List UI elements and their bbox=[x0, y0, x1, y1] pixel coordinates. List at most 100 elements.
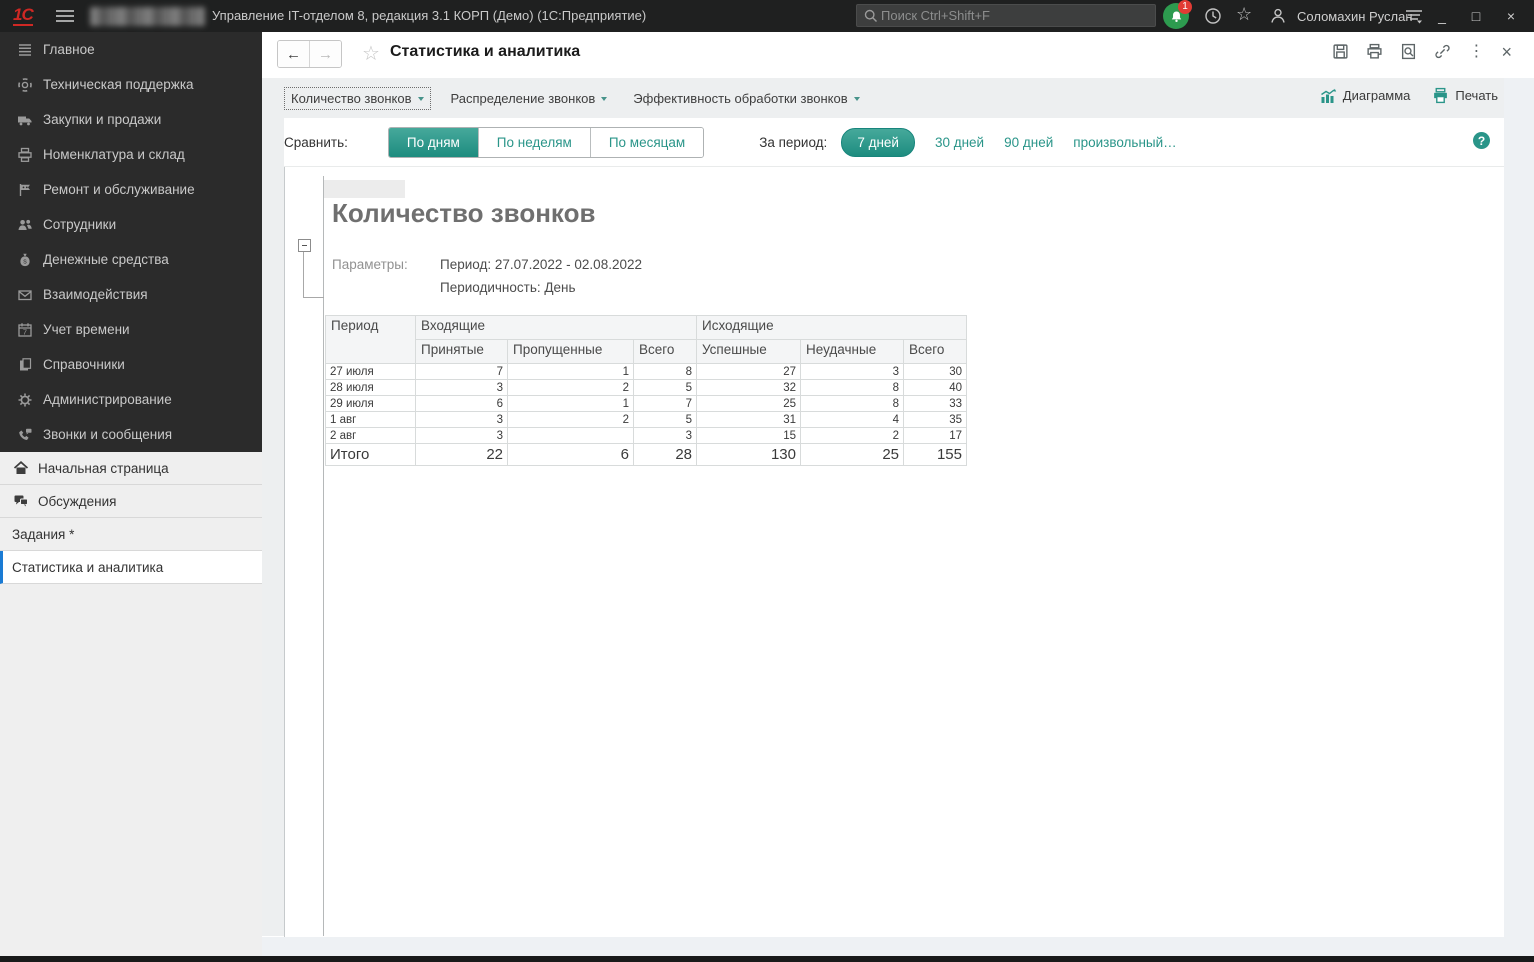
report-params-label: Параметры: bbox=[332, 257, 408, 272]
sidebar-item-tasks[interactable]: Задания * bbox=[0, 518, 262, 551]
diagram-button[interactable]: Диаграмма bbox=[1320, 88, 1411, 104]
bottom-margin bbox=[262, 937, 1534, 956]
history-icon[interactable] bbox=[1203, 6, 1223, 26]
chevron-down-icon bbox=[854, 97, 860, 101]
print-label: Печать bbox=[1455, 88, 1498, 103]
help-icon[interactable]: ? bbox=[1473, 132, 1490, 149]
sidebar-item-nomenclature-warehouse[interactable]: Номенклатура и склад bbox=[0, 137, 262, 172]
col-group-outgoing: Исходящие bbox=[697, 316, 967, 340]
filter-row: Сравнить: По дням По неделям По месяцам … bbox=[284, 118, 1177, 166]
repair-flag-icon bbox=[17, 182, 33, 198]
sidebar-item-main[interactable]: Главное bbox=[0, 32, 262, 67]
favorite-star-icon[interactable]: ☆ bbox=[362, 41, 380, 66]
minimize-button[interactable]: _ bbox=[1428, 0, 1456, 32]
close-window-button[interactable]: × bbox=[1497, 0, 1525, 32]
table-row[interactable]: 28 июля 3 2 5 32 8 40 bbox=[326, 380, 967, 396]
tab-call-distribution[interactable]: Распределение звонков bbox=[445, 88, 614, 109]
global-search[interactable] bbox=[856, 4, 1156, 27]
sidebar-item-tech-support[interactable]: Техническая поддержка bbox=[0, 67, 262, 102]
favorites-star-icon[interactable]: ☆ bbox=[1236, 4, 1252, 25]
period-30-days-link[interactable]: 30 дней bbox=[935, 135, 984, 150]
grouping-collapse-button[interactable] bbox=[298, 239, 311, 252]
mail-icon bbox=[17, 287, 33, 303]
compare-by-weeks-button[interactable]: По неделям bbox=[479, 128, 591, 157]
sidebar-item-label: Учет времени bbox=[43, 322, 130, 337]
col-period: Период bbox=[326, 316, 416, 364]
sidebar-item-repair-service[interactable]: Ремонт и обслуживание bbox=[0, 172, 262, 207]
search-icon bbox=[863, 8, 879, 24]
cell-period: 28 июля bbox=[326, 380, 416, 396]
books-icon bbox=[17, 357, 33, 373]
tab-call-count[interactable]: Количество звонков bbox=[284, 87, 431, 110]
print-icon[interactable] bbox=[1366, 43, 1383, 60]
window-title: Управление IT-отделом 8, редакция 3.1 КО… bbox=[212, 8, 646, 23]
table-row[interactable]: 27 июля 7 1 8 27 3 30 bbox=[326, 364, 967, 380]
compare-by-months-button[interactable]: По месяцам bbox=[591, 128, 703, 157]
menu-lines-icon bbox=[17, 42, 33, 58]
table-row[interactable]: 29 июля 6 1 7 25 8 33 bbox=[326, 396, 967, 412]
current-user-name[interactable]: Соломахин Руслан bbox=[1297, 9, 1413, 24]
cell-value: 5 bbox=[634, 380, 697, 396]
cell-value: 3 bbox=[416, 428, 508, 444]
col-missed: Пропущенные bbox=[508, 340, 634, 364]
cell-value: 17 bbox=[904, 428, 967, 444]
maximize-button[interactable]: □ bbox=[1462, 0, 1490, 32]
sidebar-item-statistics-analytics[interactable]: Статистика и аналитика bbox=[0, 551, 262, 584]
sidebar-item-interactions[interactable]: Взаимодействия bbox=[0, 277, 262, 312]
sidebar-item-calls-messages[interactable]: Звонки и сообщения bbox=[0, 417, 262, 452]
money-bag-icon: s bbox=[17, 252, 33, 268]
table-total-row[interactable]: Итого 22 6 28 130 25 155 bbox=[326, 444, 967, 466]
sidebar-item-label: Закупки и продажи bbox=[43, 112, 161, 127]
report-header-cell bbox=[324, 180, 405, 198]
cell-value: 2 bbox=[508, 380, 634, 396]
cell-value: 3 bbox=[416, 412, 508, 428]
compare-by-days-button[interactable]: По дням bbox=[389, 128, 479, 157]
table-header-groups: Период Входящие Исходящие bbox=[326, 316, 967, 340]
bar-chart-icon bbox=[1320, 88, 1337, 104]
period-7-days-button[interactable]: 7 дней bbox=[841, 128, 915, 157]
sidebar-item-directories[interactable]: Справочники bbox=[0, 347, 262, 382]
sidebar-item-home-page[interactable]: Начальная страница bbox=[0, 452, 262, 485]
period-90-days-link[interactable]: 90 дней bbox=[1004, 135, 1053, 150]
col-successful: Успешные bbox=[697, 340, 801, 364]
application-window: 1С Управление IT-отделом 8, редакция 3.1… bbox=[0, 0, 1534, 962]
cell-total-label: Итого bbox=[326, 444, 416, 466]
home-icon bbox=[13, 460, 29, 476]
sidebar-item-money[interactable]: s Денежные средства bbox=[0, 242, 262, 277]
report-param-periodicity: Периодичность: День bbox=[440, 280, 576, 295]
more-actions-icon[interactable]: ⋮ bbox=[1468, 44, 1484, 60]
titlebar: 1С Управление IT-отделом 8, редакция 3.1… bbox=[0, 0, 1534, 32]
search-input[interactable] bbox=[879, 7, 1133, 24]
print-report-button[interactable]: Печать bbox=[1432, 87, 1498, 104]
table-row[interactable]: 2 авг 3 3 15 2 17 bbox=[326, 428, 967, 444]
right-margin bbox=[1504, 78, 1534, 962]
back-button[interactable]: ← bbox=[278, 41, 310, 67]
link-icon[interactable] bbox=[1434, 43, 1451, 60]
main-area: ← → ☆ Статистика и аналитика ⋮ × bbox=[262, 32, 1534, 962]
sidebar-item-employees[interactable]: Сотрудники bbox=[0, 207, 262, 242]
cell-period: 29 июля bbox=[326, 396, 416, 412]
print-preview-icon[interactable] bbox=[1400, 43, 1417, 60]
save-icon[interactable] bbox=[1332, 43, 1349, 60]
forward-button[interactable]: → bbox=[310, 41, 341, 67]
sidebar-sections: Главное Техническая поддержка Закупки и … bbox=[0, 32, 262, 452]
sidebar-item-time-tracking[interactable]: 7 Учет времени bbox=[0, 312, 262, 347]
table-row[interactable]: 1 авг 3 2 5 31 4 35 bbox=[326, 412, 967, 428]
cell-value: 3 bbox=[801, 364, 904, 380]
sidebar-item-administration[interactable]: Администрирование bbox=[0, 382, 262, 417]
tab-call-processing-efficiency[interactable]: Эффективность обработки звонков bbox=[627, 88, 865, 109]
chat-icon bbox=[13, 493, 29, 509]
sidebar-item-discussions[interactable]: Обсуждения bbox=[0, 485, 262, 518]
main-menu-icon[interactable] bbox=[55, 9, 75, 23]
user-icon[interactable] bbox=[1268, 6, 1288, 26]
service-menu-icon[interactable] bbox=[1405, 8, 1423, 24]
cell-value: 32 bbox=[697, 380, 801, 396]
sidebar-item-purchases-sales[interactable]: Закупки и продажи bbox=[0, 102, 262, 137]
period-custom-link[interactable]: произвольный… bbox=[1073, 135, 1176, 150]
report-table[interactable]: Период Входящие Исходящие Принятые Пропу… bbox=[325, 315, 967, 466]
cell-value: 8 bbox=[634, 364, 697, 380]
1c-logo: 1С bbox=[13, 5, 33, 26]
sidebar-item-label: Справочники bbox=[43, 357, 125, 372]
report-document-border bbox=[323, 176, 324, 936]
close-form-icon[interactable]: × bbox=[1501, 44, 1512, 60]
